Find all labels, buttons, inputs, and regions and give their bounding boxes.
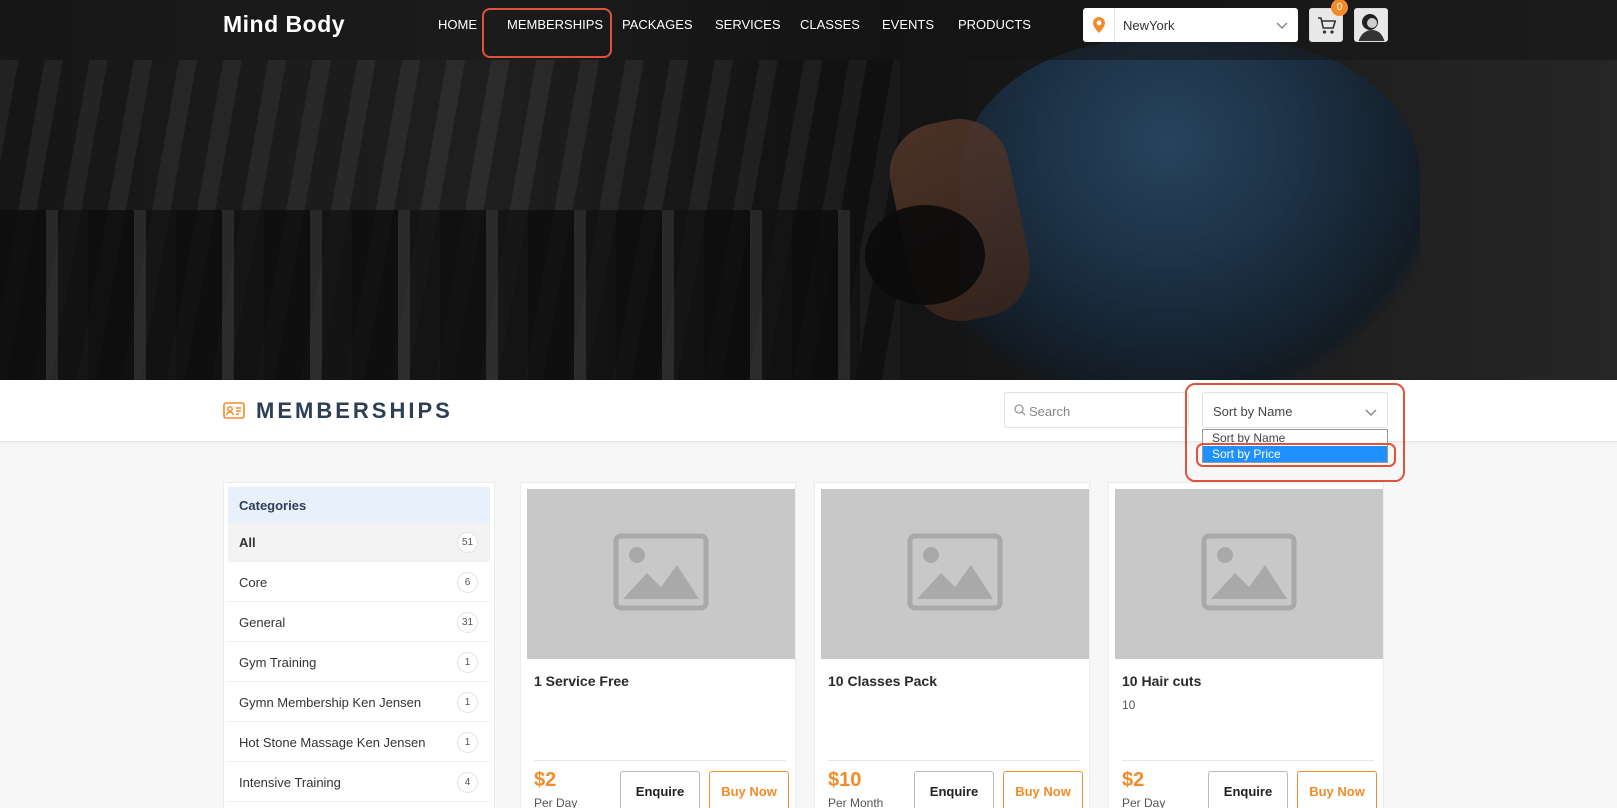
enquire-button[interactable]: Enquire	[1208, 771, 1288, 808]
category-label: General	[239, 615, 286, 630]
nav-home[interactable]: HOME	[438, 17, 477, 32]
image-placeholder	[527, 489, 795, 659]
search-box	[1004, 392, 1189, 428]
buy-now-button[interactable]: Buy Now	[1003, 771, 1083, 808]
card-title[interactable]: 10 Hair cuts	[1122, 673, 1201, 689]
card-subtitle: 10	[1122, 698, 1136, 712]
card-period: Per Month	[828, 796, 884, 808]
enquire-button[interactable]: Enquire	[914, 771, 994, 808]
card-divider	[828, 760, 1080, 761]
category-count-badge: 1	[457, 692, 478, 713]
category-label: Intensive Training	[239, 775, 341, 790]
category-item-general[interactable]: General 31	[228, 603, 490, 642]
category-item-gymn-membership[interactable]: Gymn Membership Ken Jensen 1	[228, 683, 490, 722]
category-label: Hot Stone Massage Ken Jensen	[239, 735, 426, 750]
location-value: NewYork	[1123, 18, 1175, 33]
id-card-icon	[223, 402, 245, 424]
nav-memberships-highlight	[482, 8, 612, 58]
image-placeholder	[821, 489, 1089, 659]
image-placeholder-icon	[1201, 533, 1297, 611]
categories-heading-label: Categories	[239, 498, 307, 513]
buy-now-button[interactable]: Buy Now	[1297, 771, 1377, 808]
nav-events[interactable]: EVENTS	[882, 17, 934, 32]
card-divider	[1122, 760, 1374, 761]
nav-classes[interactable]: CLASSES	[800, 17, 860, 32]
categories-heading: Categories	[228, 487, 490, 523]
category-item-hot-stone-massage[interactable]: Hot Stone Massage Ken Jensen 1	[228, 723, 490, 762]
search-icon	[1014, 404, 1026, 416]
category-item-core[interactable]: Core 6	[228, 563, 490, 602]
search-input[interactable]	[1029, 401, 1179, 421]
card-price: $2	[1122, 769, 1145, 791]
category-item-intensive-training[interactable]: Intensive Training 4	[228, 763, 490, 802]
category-label: Gymn Membership Ken Jensen	[239, 695, 422, 710]
brand-logo[interactable]: Mind Body	[223, 11, 345, 38]
category-count-badge: 1	[457, 732, 478, 753]
categories-sidebar: Categories All 51 Core 6 General 31 Gym …	[223, 482, 495, 808]
category-item-all[interactable]: All 51	[228, 523, 490, 562]
category-count-badge: 51	[457, 532, 478, 553]
buy-now-button[interactable]: Buy Now	[709, 771, 789, 808]
card-period: Per Day	[534, 796, 578, 808]
user-avatar[interactable]	[1354, 8, 1388, 42]
card-title[interactable]: 1 Service Free	[534, 673, 629, 689]
cart-count-badge: 0	[1331, 0, 1348, 16]
category-label: Gym Training	[239, 655, 317, 670]
card-divider	[534, 760, 786, 761]
category-item-gym-training[interactable]: Gym Training 1	[228, 643, 490, 682]
membership-card: 1 Service Free $2 Per Day Enquire Buy No…	[520, 482, 796, 808]
sort-select-highlight	[1185, 383, 1405, 482]
nav-packages[interactable]: PACKAGES	[622, 17, 693, 32]
map-pin-icon	[1083, 8, 1115, 42]
membership-card: 10 Classes Pack $10 Per Month Enquire Bu…	[814, 482, 1090, 808]
membership-card: 10 Hair cuts 10 $2 Per Day Enquire Buy N…	[1108, 482, 1384, 808]
card-price: $2	[534, 769, 557, 791]
location-select[interactable]: NewYork	[1083, 8, 1298, 42]
category-count-badge: 31	[457, 612, 478, 633]
category-label: All	[239, 535, 256, 550]
nav-services[interactable]: SERVICES	[715, 17, 781, 32]
category-count-badge: 6	[457, 572, 478, 593]
sort-option-price-highlight	[1196, 443, 1396, 467]
image-placeholder-icon	[613, 533, 709, 611]
category-label: Core	[239, 575, 268, 590]
enquire-button[interactable]: Enquire	[620, 771, 700, 808]
category-count-badge: 4	[457, 772, 478, 793]
category-count-badge: 1	[457, 652, 478, 673]
card-title[interactable]: 10 Classes Pack	[828, 673, 937, 689]
card-period: Per Day	[1122, 796, 1166, 808]
image-placeholder-icon	[907, 533, 1003, 611]
chevron-down-icon	[1276, 18, 1288, 36]
card-price: $10	[828, 769, 862, 791]
top-navbar: Mind Body HOME MEMBERSHIPS PACKAGES SERV…	[0, 0, 1617, 60]
page-title: MEMBERSHIPS	[256, 398, 453, 423]
nav-products[interactable]: PRODUCTS	[958, 17, 1031, 32]
image-placeholder	[1115, 489, 1383, 659]
cart-icon	[1318, 17, 1337, 34]
